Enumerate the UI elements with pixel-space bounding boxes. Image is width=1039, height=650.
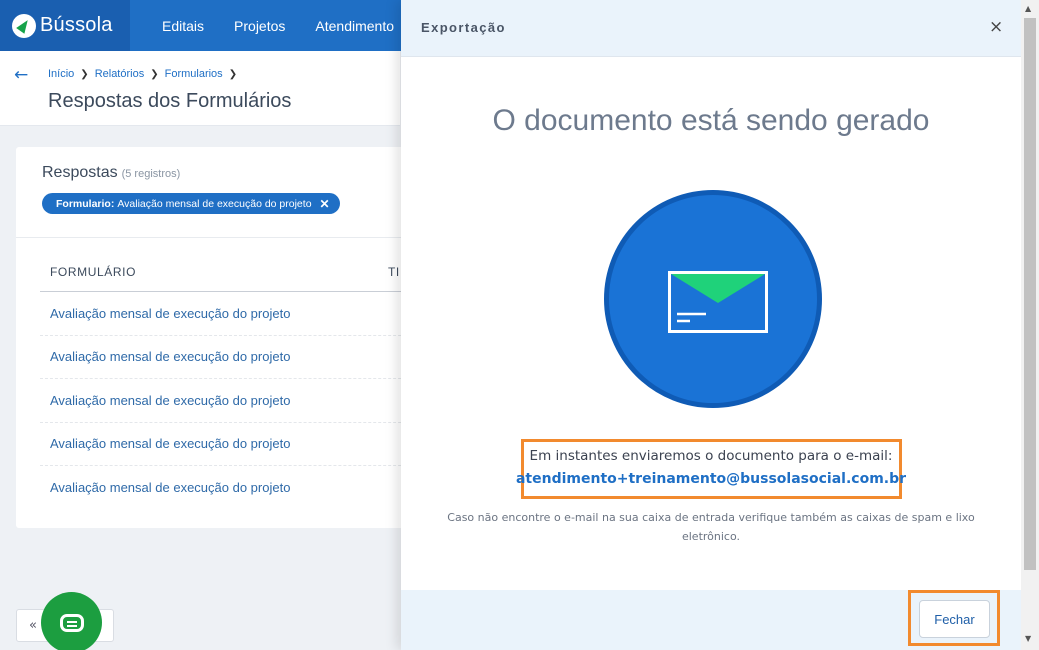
export-panel: Exportação × O documento está sendo gera… <box>401 0 1039 650</box>
close-icon[interactable]: × <box>989 17 1003 37</box>
envelope-icon <box>668 271 768 333</box>
export-headline: O documento está sendo gerado <box>492 104 930 137</box>
scroll-down-icon[interactable]: ▼ <box>1025 634 1031 643</box>
scrollbar-thumb[interactable] <box>1024 18 1036 570</box>
export-message: Em instantes enviaremos o documento para… <box>529 448 893 464</box>
scroll-up-icon[interactable]: ▲ <box>1025 4 1031 13</box>
export-hint: Caso não encontre o e-mail na sua caixa … <box>447 511 975 543</box>
envelope-illustration <box>604 190 822 408</box>
scrollbar[interactable]: ▲ ▼ <box>1021 0 1039 650</box>
close-button[interactable]: Fechar <box>919 600 990 638</box>
modal-backdrop[interactable] <box>0 0 401 650</box>
export-panel-title: Exportação <box>421 20 506 35</box>
export-email: atendimento+treinamento@bussolasocial.co… <box>515 471 907 487</box>
export-panel-header: Exportação × <box>401 0 1021 57</box>
